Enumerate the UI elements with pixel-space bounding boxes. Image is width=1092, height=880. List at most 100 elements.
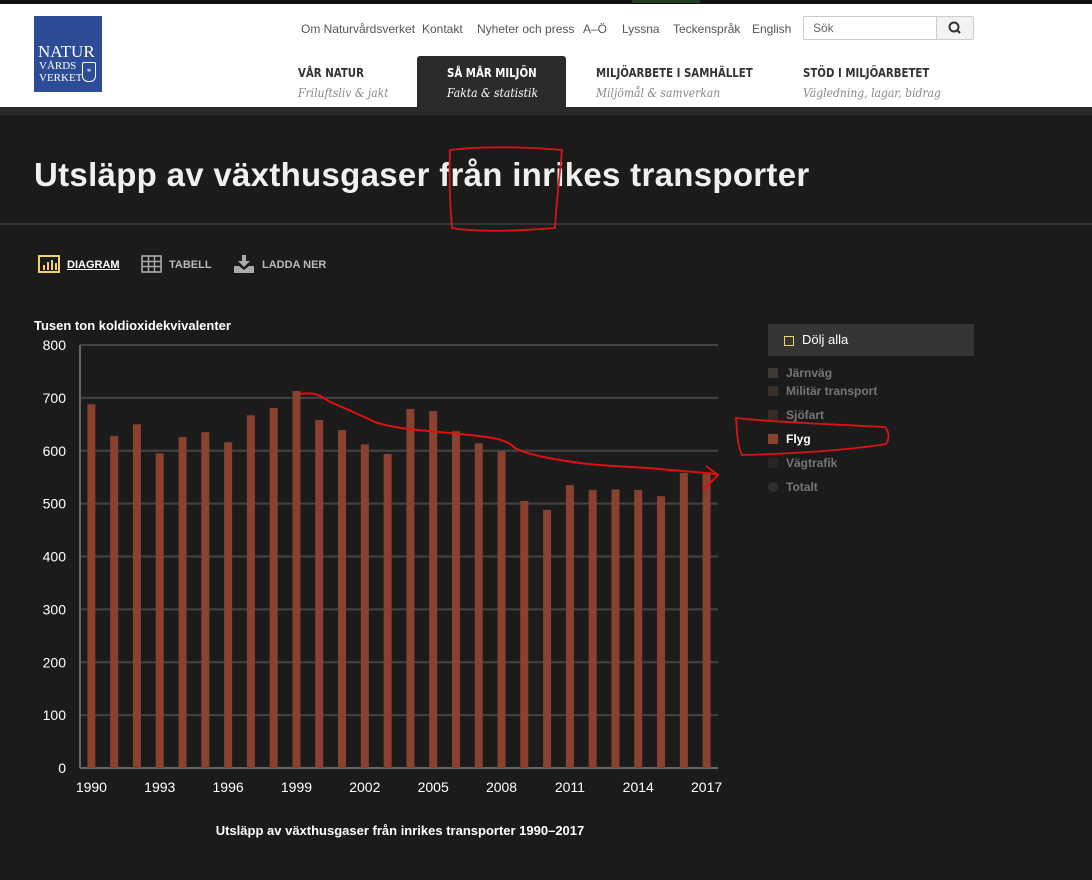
main-nav-sa-mar-miljon[interactable]: SÅ MÅR MILJÖN Fakta & statistik bbox=[417, 56, 566, 107]
tab-label: TABELL bbox=[169, 259, 212, 271]
logo-line-2: VÅRDS bbox=[39, 60, 77, 72]
legend-label: Sjöfart bbox=[786, 408, 825, 422]
x-tick-label: 2002 bbox=[349, 779, 380, 795]
legend-swatch bbox=[768, 458, 778, 468]
utility-link-teckensprak[interactable]: Teckenspråk bbox=[673, 22, 740, 36]
legend-swatch bbox=[768, 368, 778, 378]
utility-link-a-o[interactable]: A–Ö bbox=[583, 22, 607, 36]
site-header: NATUR VÅRDS VERKET * Om Naturvårdsverket… bbox=[0, 4, 1092, 107]
y-tick-label: 800 bbox=[43, 337, 67, 353]
nav-title: STÖD I MILJÖARBETET bbox=[803, 66, 930, 80]
naturvardsverket-logo[interactable]: NATUR VÅRDS VERKET * bbox=[34, 16, 102, 92]
x-tick-label: 2011 bbox=[555, 779, 585, 795]
y-tick-label: 700 bbox=[43, 390, 67, 406]
bar-2017 bbox=[702, 474, 711, 768]
download-icon bbox=[234, 255, 254, 273]
bar-2001 bbox=[338, 430, 347, 768]
utility-link-kontakt[interactable]: Kontakt bbox=[422, 22, 463, 36]
title-divider bbox=[0, 223, 1092, 225]
y-axis-title: Tusen ton koldioxidekvivalenter bbox=[34, 318, 231, 333]
legend-swatch bbox=[768, 386, 778, 396]
bar-2006 bbox=[451, 431, 460, 768]
nav-subtitle: Miljömål & samverkan bbox=[596, 86, 721, 100]
bar-2004 bbox=[406, 408, 415, 768]
search-box: Sök bbox=[803, 16, 974, 40]
x-tick-label: 1996 bbox=[213, 779, 244, 795]
bar-2011 bbox=[565, 485, 574, 768]
bar-2000 bbox=[315, 420, 324, 768]
y-tick-label: 500 bbox=[43, 496, 67, 512]
bar-chart-icon bbox=[38, 255, 60, 273]
y-tick-label: 600 bbox=[43, 443, 67, 459]
utility-link-lyssna[interactable]: Lyssna bbox=[622, 22, 660, 36]
logo-line-1: NATUR bbox=[38, 42, 95, 61]
y-tick-label: 300 bbox=[43, 601, 67, 617]
search-button[interactable] bbox=[936, 17, 973, 39]
bar-2009 bbox=[520, 500, 529, 768]
x-tick-label: 1990 bbox=[76, 779, 107, 795]
bar-1993 bbox=[155, 453, 164, 768]
hide-all-button[interactable]: Dölj alla bbox=[768, 324, 974, 356]
y-tick-label: 0 bbox=[58, 760, 66, 776]
legend-label: Järnväg bbox=[786, 366, 833, 380]
legend-swatch bbox=[768, 482, 778, 492]
logo-line-3: VERKET bbox=[39, 72, 83, 84]
bar-2005 bbox=[429, 411, 438, 768]
nav-subtitle: Fakta & statistik bbox=[447, 86, 538, 100]
tab-label: LADDA NER bbox=[262, 259, 327, 271]
legend-swatch bbox=[768, 410, 778, 420]
bar-1995 bbox=[201, 432, 210, 768]
nav-title: VÅR NATUR bbox=[298, 66, 364, 80]
bar-2008 bbox=[497, 451, 506, 768]
nav-subtitle: Vägledning, lagar, bidrag bbox=[803, 86, 941, 100]
main-nav-var-natur[interactable]: VÅR NATUR Friluftsliv & jakt bbox=[298, 56, 416, 107]
nav-title: SÅ MÅR MILJÖN bbox=[447, 66, 537, 80]
bar-2016 bbox=[679, 472, 688, 768]
tab-label: DIAGRAM bbox=[67, 259, 120, 271]
crest-icon: * bbox=[82, 62, 96, 82]
bar-1992 bbox=[132, 424, 141, 768]
x-tick-label: 2005 bbox=[418, 779, 449, 795]
y-tick-label: 400 bbox=[43, 549, 67, 565]
checkbox-icon bbox=[784, 336, 794, 346]
utility-link-nyheter[interactable]: Nyheter och press bbox=[477, 22, 574, 36]
page-title: Utsläpp av växthusgaser från inrikes tra… bbox=[34, 156, 810, 193]
bar-1990 bbox=[87, 404, 96, 768]
y-tick-label: 200 bbox=[43, 654, 67, 670]
search-icon bbox=[948, 21, 961, 34]
main-nav-stod[interactable]: STÖD I MILJÖARBETET Vägledning, lagar, b… bbox=[803, 56, 973, 107]
top-accent bbox=[632, 0, 700, 3]
hide-all-label: Dölj alla bbox=[802, 332, 849, 347]
bar-1997 bbox=[246, 415, 255, 768]
x-tick-label: 2014 bbox=[623, 779, 654, 795]
bar-1991 bbox=[110, 435, 119, 768]
bar-2013 bbox=[611, 489, 620, 768]
bar-1994 bbox=[178, 437, 187, 768]
search-input[interactable]: Sök bbox=[813, 21, 834, 35]
chart-caption: Utsläpp av växthusgaser från inrikes tra… bbox=[215, 823, 585, 838]
legend-label: Totalt bbox=[786, 480, 818, 494]
legend-label: Militär transport bbox=[786, 384, 878, 398]
legend-swatch bbox=[768, 434, 778, 444]
bar-2012 bbox=[588, 489, 597, 768]
main-nav-miljoarbete[interactable]: MILJÖARBETE I SAMHÄLLET Miljömål & samve… bbox=[596, 56, 786, 107]
nav-title: MILJÖARBETE I SAMHÄLLET bbox=[596, 66, 753, 80]
x-tick-label: 1999 bbox=[281, 779, 312, 795]
utility-link-english[interactable]: English bbox=[752, 22, 791, 36]
bar-2014 bbox=[634, 489, 643, 768]
bar-2010 bbox=[543, 509, 552, 768]
bar-2015 bbox=[657, 496, 666, 768]
bar-2003 bbox=[383, 453, 392, 768]
utility-link-om[interactable]: Om Naturvårdsverket bbox=[301, 22, 415, 36]
x-tick-label: 2017 bbox=[691, 779, 722, 795]
annotation-box-flyg bbox=[735, 416, 890, 456]
bar-1998 bbox=[269, 407, 278, 768]
x-tick-label: 2008 bbox=[486, 779, 517, 795]
bar-1999 bbox=[292, 391, 301, 768]
y-tick-label: 100 bbox=[43, 707, 67, 723]
bar-chart: 0 100 200 300 400 500 600 700 800 1990 1993 1996 199… bbox=[43, 337, 723, 795]
table-icon bbox=[141, 255, 162, 273]
bar-2002 bbox=[360, 444, 369, 768]
legend-label: Vägtrafik bbox=[786, 456, 838, 470]
bar-1996 bbox=[224, 442, 233, 768]
